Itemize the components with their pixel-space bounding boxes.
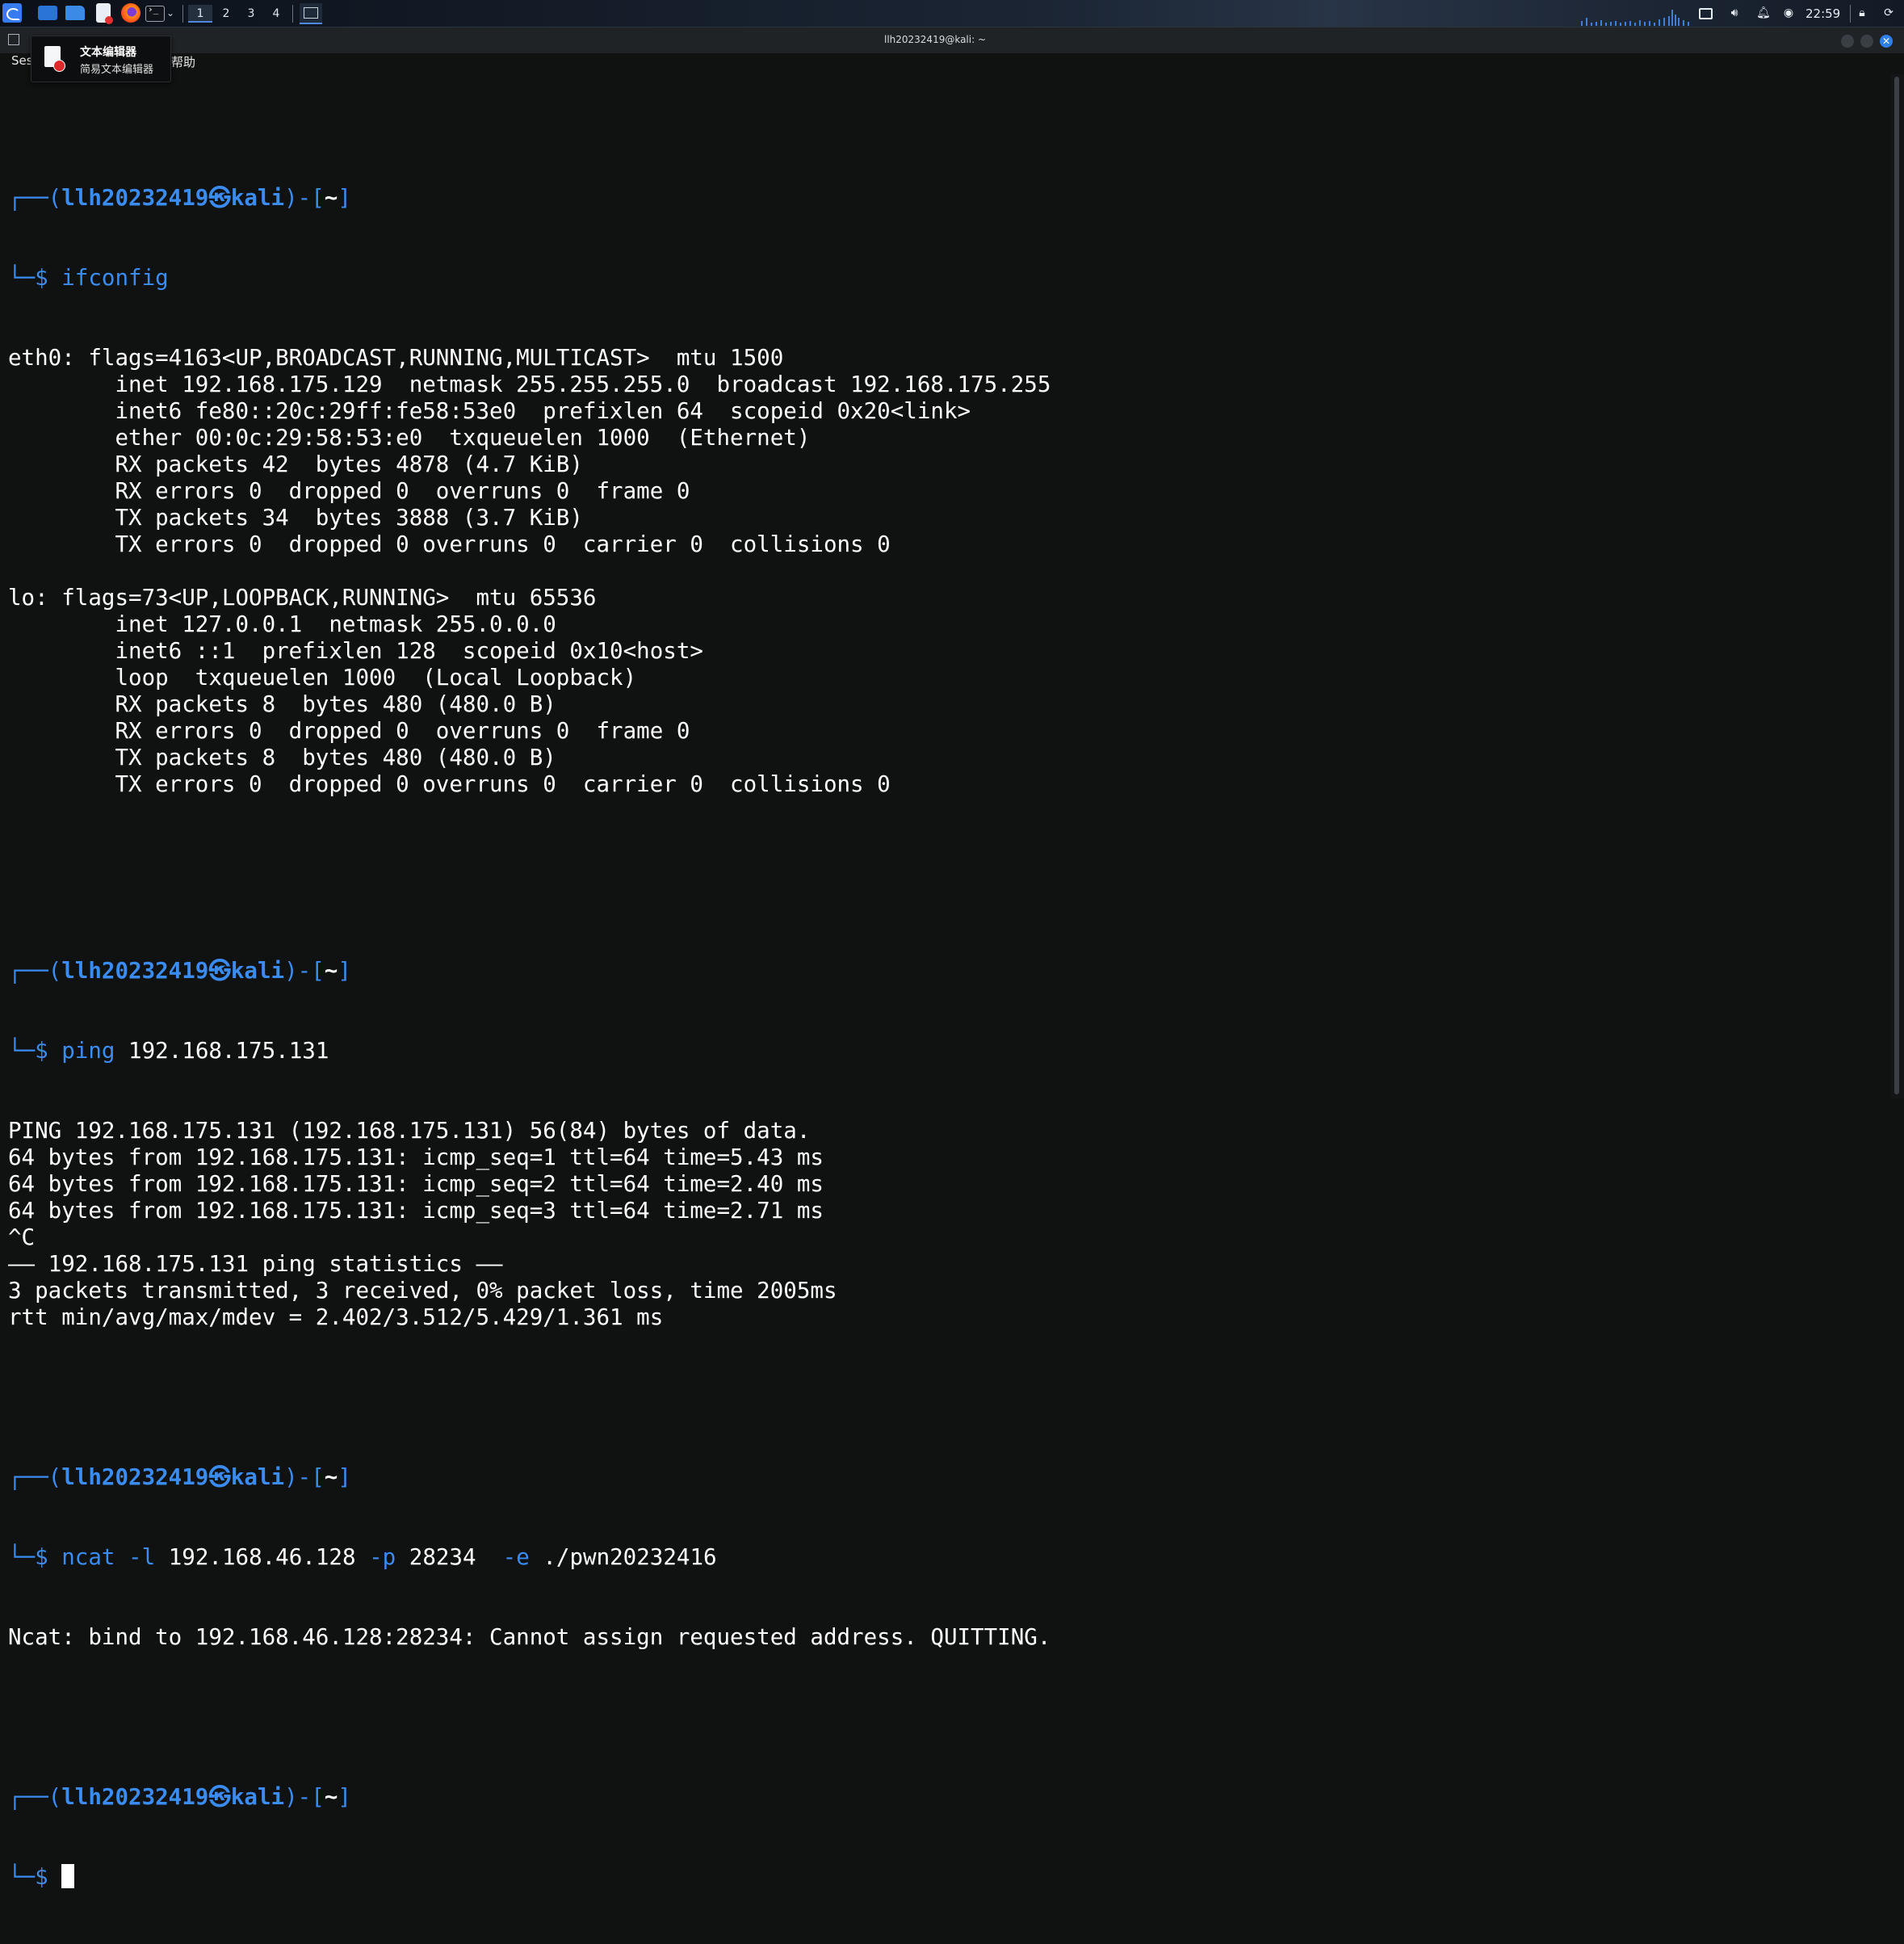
chevron-down-icon[interactable]: ⌄ bbox=[166, 7, 174, 19]
command-arg bbox=[115, 1544, 128, 1570]
output-line: 64 bytes from 192.168.175.131: icmp_seq=… bbox=[8, 1198, 824, 1224]
ifconfig-output: eth0: flags=4163<UP,BROADCAST,RUNNING,MU… bbox=[8, 345, 1051, 851]
workspace-4[interactable]: 4 bbox=[264, 5, 288, 23]
terminal-icon[interactable] bbox=[145, 4, 165, 22]
tooltip-title: 文本编辑器 bbox=[80, 46, 136, 59]
output-line: lo: flags=73<UP,LOOPBACK,RUNNING> mtu 65… bbox=[8, 585, 597, 611]
prompt-line-input[interactable]: └─$ bbox=[8, 1864, 1051, 1891]
output-line: RX errors 0 dropped 0 overruns 0 frame 0 bbox=[8, 478, 690, 504]
command-option: -e bbox=[502, 1544, 530, 1570]
terminal-output: ┌──(llh20232419㉿kali)-[~] └─$ ifconfig e… bbox=[8, 78, 1051, 1944]
file-manager-icon[interactable] bbox=[65, 6, 85, 20]
minimize-button[interactable] bbox=[1841, 35, 1854, 48]
command-name: ifconfig bbox=[61, 265, 169, 291]
scrollbar-thumb[interactable] bbox=[1894, 77, 1899, 1094]
output-line: 3 packets transmitted, 3 received, 0% pa… bbox=[8, 1278, 837, 1304]
prompt-line-top: ┌──(llh20232419㉿kali)-[~] bbox=[8, 185, 351, 211]
text-editor-icon[interactable] bbox=[96, 3, 113, 24]
output-line: TX errors 0 dropped 0 overruns 0 carrier… bbox=[8, 531, 891, 557]
panel-separator bbox=[182, 5, 183, 23]
maximize-button[interactable] bbox=[1860, 35, 1873, 48]
display-icon[interactable] bbox=[1699, 8, 1713, 19]
text-editor-icon bbox=[44, 46, 65, 72]
notification-bell-icon[interactable]: 🔔︎ bbox=[1756, 6, 1771, 19]
output-line: ether 00:0c:29:58:53:e0 txqueuelen 1000 … bbox=[8, 425, 811, 451]
show-desktop-icon[interactable] bbox=[38, 6, 57, 20]
output-line: TX errors 0 dropped 0 overruns 0 carrier… bbox=[8, 771, 891, 797]
command-args: -l 192.168.46.128 -p 28234 -e ./pwn20232… bbox=[115, 1544, 717, 1570]
output-line: 64 bytes from 192.168.175.131: icmp_seq=… bbox=[8, 1171, 824, 1197]
network-monitor-graph bbox=[1581, 10, 1689, 26]
text-cursor bbox=[61, 1864, 75, 1888]
command-option: -p bbox=[369, 1544, 396, 1570]
output-line: PING 192.168.175.131 (192.168.175.131) 5… bbox=[8, 1118, 811, 1144]
output-line: loop txqueuelen 1000 (Local Loopback) bbox=[8, 665, 637, 691]
output-line: RX errors 0 dropped 0 overruns 0 frame 0 bbox=[8, 718, 690, 744]
prompt-line-top: ┌──(llh20232419㉿kali)-[~] bbox=[8, 1784, 351, 1810]
output-line: 64 bytes from 192.168.175.131: icmp_seq=… bbox=[8, 1144, 824, 1170]
output-line: ^C bbox=[8, 1224, 36, 1250]
workspace-2[interactable]: 2 bbox=[214, 5, 238, 23]
workspace-3[interactable]: 3 bbox=[239, 5, 263, 23]
panel-separator bbox=[1850, 5, 1851, 23]
output-line: inet6 fe80::20c:29ff:fe58:53e0 prefixlen… bbox=[8, 398, 971, 424]
command-arg: 192.168.46.128 bbox=[155, 1544, 370, 1570]
output-line: TX packets 34 bytes 3888 (3.7 KiB) bbox=[8, 505, 583, 531]
menubar: Ses 帮助 bbox=[0, 53, 1889, 74]
lock-icon[interactable]: 🔒︎ bbox=[1856, 6, 1868, 19]
firefox-icon[interactable] bbox=[121, 3, 140, 23]
output-line: TX packets 8 bytes 480 (480.0 B) bbox=[8, 745, 556, 770]
prompt-line-command: └─$ ncat -l 192.168.46.128 -p 28234 -e .… bbox=[8, 1544, 717, 1570]
kali-menu-icon[interactable] bbox=[2, 3, 22, 23]
prompt-line-top: ┌──(llh20232419㉿kali)-[~] bbox=[8, 1464, 351, 1490]
command-arg: 28234 bbox=[396, 1544, 503, 1570]
logout-icon[interactable]: ⟳ bbox=[1882, 6, 1895, 19]
ping-output: PING 192.168.175.131 (192.168.175.131) 5… bbox=[8, 1118, 1051, 1358]
command-name: ncat bbox=[61, 1544, 115, 1570]
ncat-output: Ncat: bind to 192.168.46.128:28234: Cann… bbox=[8, 1624, 1051, 1677]
output-line: —— 192.168.175.131 ping statistics —— bbox=[8, 1251, 503, 1277]
panel-separator bbox=[292, 5, 293, 23]
command-name: ping bbox=[61, 1038, 115, 1064]
menu-help[interactable]: 帮助 bbox=[171, 53, 195, 70]
command-arg: ./pwn20232416 bbox=[529, 1544, 717, 1570]
terminal-area[interactable]: ┌──(llh20232419㉿kali)-[~] └─$ ifconfig e… bbox=[0, 74, 1889, 1890]
power-icon[interactable]: ◉ bbox=[1782, 6, 1795, 19]
output-line: eth0: flags=4163<UP,BROADCAST,RUNNING,MU… bbox=[8, 345, 784, 371]
volume-icon[interactable]: 🔊︎ bbox=[1728, 6, 1741, 19]
output-line: inet 192.168.175.129 netmask 255.255.255… bbox=[8, 372, 1051, 397]
workspace-1[interactable]: 1 bbox=[188, 5, 212, 23]
top-panel: ⌄ 1 2 3 4 🔊︎ 🔔︎ ◉ 22:59 🔒︎ ⟳ bbox=[0, 0, 1904, 27]
clock[interactable]: 22:59 bbox=[1805, 6, 1840, 21]
menu-session[interactable]: Ses bbox=[11, 53, 33, 68]
prompt-line-top: ┌──(llh20232419㉿kali)-[~] bbox=[8, 958, 351, 984]
app-tooltip: 文本编辑器 简易文本编辑器 bbox=[31, 36, 171, 82]
window-title: llh20232419@kali: ~ bbox=[883, 34, 987, 45]
prompt-line-command: └─$ ping 192.168.175.131 bbox=[8, 1038, 329, 1064]
output-line: RX packets 8 bytes 480 (480.0 B) bbox=[8, 691, 556, 717]
output-line: rtt min/avg/max/mdev = 2.402/3.512/5.429… bbox=[8, 1304, 664, 1330]
output-line: RX packets 42 bytes 4878 (4.7 KiB) bbox=[8, 451, 583, 477]
output-line: inet6 ::1 prefixlen 128 scopeid 0x10<hos… bbox=[8, 638, 703, 664]
prompt-line-command: └─$ ifconfig bbox=[8, 265, 169, 291]
output-line: inet 127.0.0.1 netmask 255.0.0.0 bbox=[8, 611, 556, 637]
command-option: -l bbox=[128, 1544, 156, 1570]
output-line: Ncat: bind to 192.168.46.128:28234: Cann… bbox=[8, 1624, 1051, 1650]
taskbar-terminal-window[interactable] bbox=[300, 3, 322, 24]
tooltip-subtitle: 简易文本编辑器 bbox=[80, 64, 154, 76]
close-button[interactable]: ✕ bbox=[1880, 35, 1893, 48]
window-titlebar[interactable]: llh20232419@kali: ~ ✕ bbox=[0, 27, 1904, 53]
